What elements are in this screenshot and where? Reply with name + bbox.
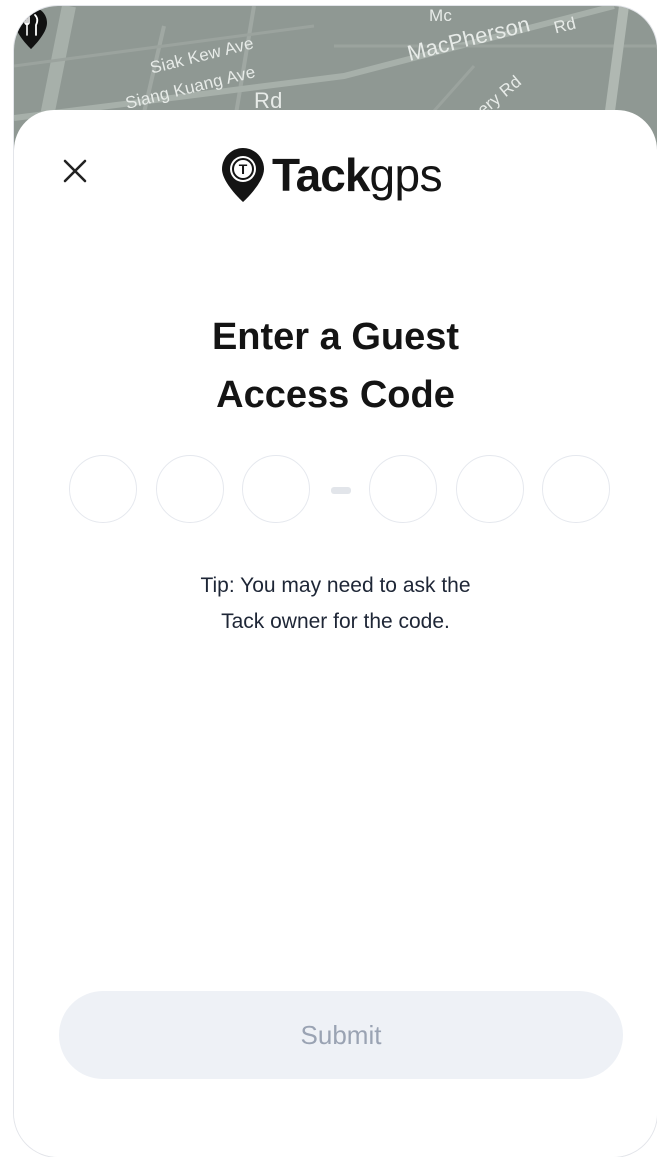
- code-digit-input[interactable]: [69, 455, 137, 523]
- page-title-line: Access Code: [216, 374, 455, 416]
- page-title: Enter a Guest Access Code: [14, 308, 657, 424]
- location-pin-icon: T: [222, 148, 264, 202]
- code-digit-input[interactable]: [456, 455, 524, 523]
- code-separator: [331, 487, 351, 494]
- code-digit-input[interactable]: [369, 455, 437, 523]
- logo-wordmark-bold: Tack: [272, 149, 370, 201]
- submit-button[interactable]: Submit: [59, 991, 623, 1079]
- code-digit-input[interactable]: [542, 455, 610, 523]
- guest-code-sheet: T Tack gps Enter a Guest Access Code Tip…: [14, 110, 657, 1157]
- access-code-input-group: [69, 455, 612, 525]
- tip-text: Tip: You may need to ask the Tack owner …: [14, 568, 657, 640]
- tip-line: Tip: You may need to ask the: [200, 574, 471, 597]
- tackgps-logo: T Tack gps: [220, 140, 443, 210]
- page-title-line: Enter a Guest: [211, 316, 460, 358]
- logo-wordmark-light: gps: [369, 149, 443, 201]
- restaurant-icon[interactable]: [14, 6, 48, 50]
- tip-line: Tack owner for the code.: [221, 610, 450, 633]
- map-street-label: Mc: [429, 6, 453, 25]
- close-icon[interactable]: [58, 154, 92, 188]
- app-frame: Siak Kew Ave Siang Kuang Ave Rd MacPhers…: [14, 6, 657, 1157]
- code-digit-input[interactable]: [156, 455, 224, 523]
- code-digit-input[interactable]: [242, 455, 310, 523]
- svg-text:T: T: [239, 161, 248, 177]
